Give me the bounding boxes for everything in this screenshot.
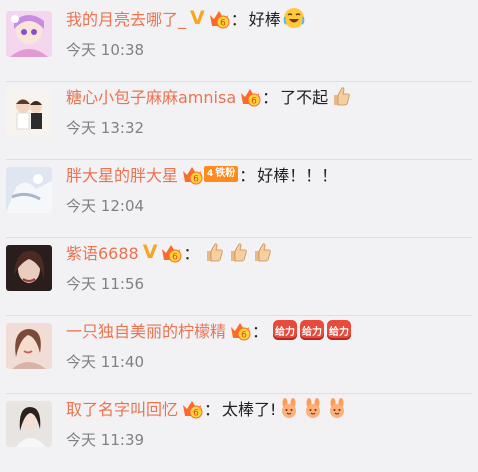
username-link[interactable]: 胖大星的胖大星 — [66, 162, 178, 186]
avatar[interactable] — [6, 401, 52, 447]
username-link[interactable]: 糖心小包子麻麻amnisa — [66, 84, 236, 108]
colon: ： — [252, 322, 269, 341]
username-link[interactable]: 我的月亮去哪了_ — [66, 6, 186, 30]
crown-badge-icon[interactable]: 6 — [181, 163, 203, 185]
username-link[interactable]: 紫语6688 — [66, 240, 139, 264]
laugh-cry-emoji-icon — [283, 7, 305, 29]
geili-emoji-icon: 给力 — [273, 320, 298, 340]
timestamp: 今天 11:56 — [66, 275, 145, 293]
crown-badge-icon[interactable]: 6 — [239, 85, 261, 107]
avatar[interactable] — [6, 11, 52, 57]
comment-list: 我的月亮去哪了_ V 6 ： 好棒 今天 10:38 糖心小包子麻麻amnisa… — [0, 0, 478, 467]
comment-row: 糖心小包子麻麻amnisa 6 ： 了不起 今天 13:32 — [0, 78, 478, 160]
comment-row: 一只独自美丽的柠檬精 6 ： 给力 给力 给力 今天 11:40 — [0, 312, 478, 394]
comment-text: 好棒 — [248, 10, 281, 29]
colon: ： — [204, 400, 221, 419]
comment-row: 紫语6688 V 6 ： 今天 11:56 — [0, 234, 478, 316]
avatar[interactable] — [6, 167, 52, 213]
comment-line: 紫语6688 V 6 ： — [66, 239, 273, 265]
timestamp: 今天 11:39 — [66, 431, 145, 449]
comment-line: 取了名字叫回忆 6 ： 太棒了! — [66, 395, 348, 421]
thumbs-up-icon — [203, 241, 225, 263]
timestamp: 今天 12:04 — [66, 197, 145, 215]
comment-row: 取了名字叫回忆 6 ： 太棒了! 今天 11:39 — [0, 390, 478, 472]
fan-level-badge[interactable]: 4 铁粉 — [204, 166, 239, 182]
comment-text: 太棒了! — [222, 400, 277, 419]
geili-emoji-icon: 给力 — [300, 320, 325, 340]
crown-level-digit: 6 — [220, 19, 226, 29]
rabbit-emoji-icon — [302, 397, 324, 419]
comment-text: 好棒！！！ — [257, 166, 338, 185]
thumbs-up-icon — [330, 85, 352, 107]
crown-level-digit: 6 — [193, 409, 199, 419]
avatar[interactable] — [6, 245, 52, 291]
crown-badge-icon[interactable]: 6 — [229, 319, 251, 341]
colon: ： — [183, 244, 200, 263]
username-link[interactable]: 一只独自美丽的柠檬精 — [66, 318, 226, 342]
crown-level-digit: 6 — [251, 97, 257, 107]
verified-v-icon: V — [190, 6, 205, 29]
timestamp: 今天 10:38 — [66, 41, 145, 59]
comment-line: 一只独自美丽的柠檬精 6 ： 给力 给力 给力 — [66, 317, 352, 343]
comment-text: 了不起 — [280, 88, 329, 107]
username-link[interactable]: 取了名字叫回忆 — [66, 396, 178, 420]
comment-row: 胖大星的胖大星 6 4 铁粉 ： 好棒！！！ 今天 12:04 — [0, 156, 478, 238]
comment-line: 我的月亮去哪了_ V 6 ： 好棒 — [66, 5, 305, 31]
colon: ： — [230, 10, 247, 29]
comment-line: 糖心小包子麻麻amnisa 6 ： 了不起 — [66, 83, 352, 109]
avatar[interactable] — [6, 323, 52, 369]
thumbs-up-icon — [227, 241, 249, 263]
geili-emoji-icon: 给力 — [327, 320, 352, 340]
rabbit-emoji-icon — [326, 397, 348, 419]
crown-level-digit: 6 — [173, 253, 179, 263]
crown-badge-icon[interactable]: 6 — [208, 7, 230, 29]
colon: ： — [239, 166, 256, 185]
comment-row: 我的月亮去哪了_ V 6 ： 好棒 今天 10:38 — [0, 0, 478, 82]
timestamp: 今天 11:40 — [66, 353, 145, 371]
crown-level-digit: 6 — [193, 175, 199, 185]
verified-v-icon: V — [142, 240, 158, 263]
thumbs-up-icon — [251, 241, 273, 263]
crown-badge-icon[interactable]: 6 — [160, 241, 182, 263]
crown-level-digit: 6 — [241, 331, 247, 341]
colon: ： — [262, 88, 279, 107]
rabbit-emoji-icon — [278, 397, 300, 419]
crown-badge-icon[interactable]: 6 — [181, 397, 203, 419]
avatar[interactable] — [6, 89, 52, 135]
comment-line: 胖大星的胖大星 6 4 铁粉 ： 好棒！！！ — [66, 161, 337, 187]
timestamp: 今天 13:32 — [66, 119, 145, 137]
